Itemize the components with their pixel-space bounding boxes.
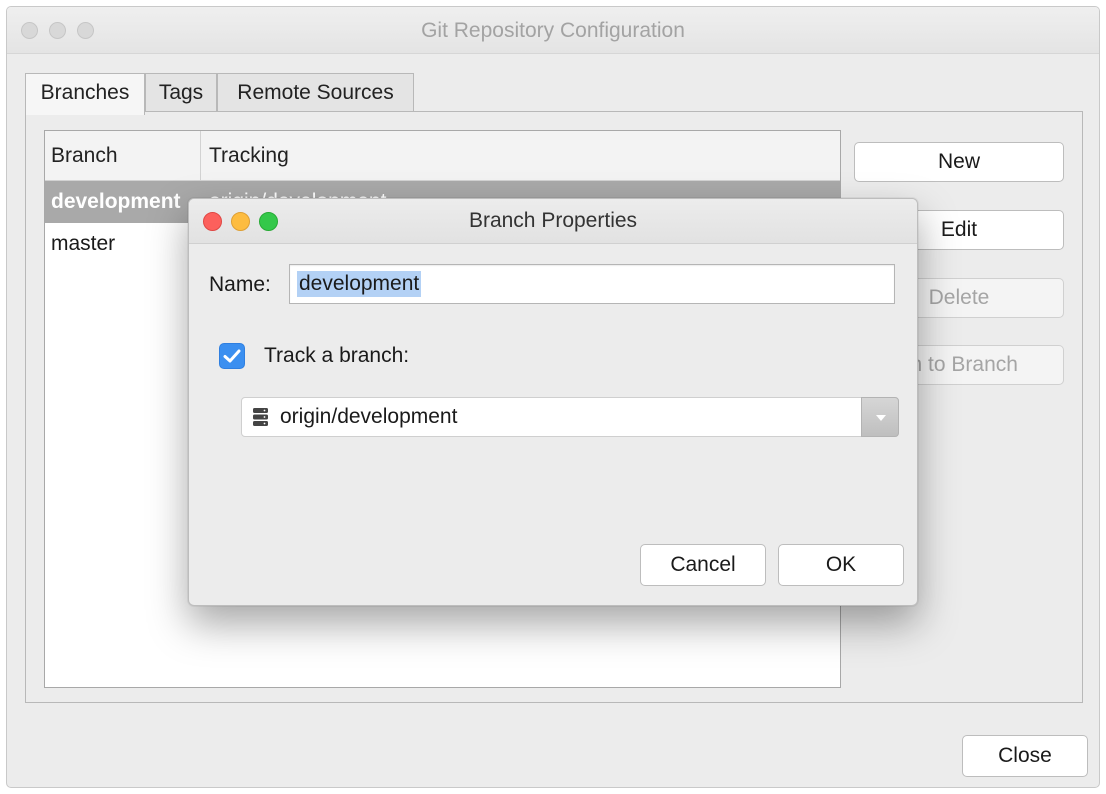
dialog-title: Branch Properties <box>468 209 638 232</box>
column-divider <box>200 131 201 181</box>
database-icon <box>253 408 268 426</box>
branch-name-input[interactable]: development <box>289 264 895 304</box>
new-button[interactable]: New <box>854 142 1064 182</box>
name-label: Name: <box>209 273 271 296</box>
column-header-branch[interactable]: Branch <box>51 131 118 181</box>
table-header: Branch Tracking <box>45 131 840 181</box>
dialog-titlebar[interactable]: Branch Properties <box>189 199 917 244</box>
tracked-branch-select[interactable]: origin/development <box>241 397 899 437</box>
branch-name-cell: master <box>51 232 116 255</box>
tracked-branch-value: origin/development <box>280 405 458 428</box>
track-branch-checkbox[interactable] <box>219 343 245 369</box>
window-titlebar[interactable]: Git Repository Configuration <box>7 7 1099 54</box>
branch-properties-dialog: Branch Properties Name: development Trac… <box>188 198 918 606</box>
ok-button[interactable]: OK <box>778 544 904 586</box>
cancel-button[interactable]: Cancel <box>640 544 766 586</box>
tab-branches[interactable]: Branches <box>25 73 145 115</box>
checkmark-icon <box>223 349 241 363</box>
dropdown-arrow-icon[interactable] <box>861 397 899 437</box>
tab-tags[interactable]: Tags <box>145 73 217 113</box>
track-branch-label: Track a branch: <box>264 344 410 367</box>
branch-name-value: development <box>297 271 422 297</box>
window-title: Git Repository Configuration <box>421 19 685 42</box>
tab-remote-sources[interactable]: Remote Sources <box>217 73 414 113</box>
branch-name-cell: development <box>51 190 181 213</box>
close-button[interactable]: Close <box>962 735 1088 777</box>
column-header-tracking[interactable]: Tracking <box>209 131 289 181</box>
